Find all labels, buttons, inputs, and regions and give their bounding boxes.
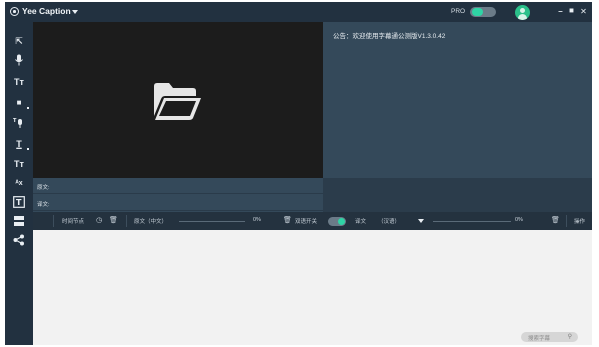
share-svg — [13, 234, 24, 246]
dual-language-toggle[interactable] — [328, 217, 346, 226]
block-tool-icon[interactable]: ■ — [13, 96, 29, 110]
svg-text:T: T — [13, 118, 17, 124]
translation-subtitle-label: 译文: — [37, 202, 50, 208]
video-preview[interactable] — [33, 22, 323, 178]
voice-tool-icon[interactable]: T — [13, 117, 25, 131]
svg-text:T: T — [16, 198, 22, 207]
search-subtitles-button[interactable]: 搜索字幕 ⚲ — [521, 332, 578, 342]
text-box-svg: T — [13, 196, 25, 208]
layout-svg — [14, 216, 24, 226]
text-tool-icon[interactable]: Tт — [13, 75, 25, 89]
close-button[interactable]: ✕ — [578, 6, 589, 17]
left-toolbar: ⇱ Tт ■ T T̲ Tт ᴬx T — [5, 22, 33, 345]
translation-language-select[interactable]: （汉语） — [376, 216, 426, 226]
subtitle-list[interactable]: 搜索字幕 ⚲ — [33, 230, 592, 345]
translation-subtitle-row[interactable]: 译文: — [33, 195, 323, 211]
microphone-svg — [15, 54, 23, 66]
subtitle-editor: 原文: 译文: — [33, 178, 323, 212]
app-logo-icon — [10, 7, 19, 16]
microphone-icon[interactable] — [13, 54, 25, 68]
user-avatar[interactable] — [515, 5, 530, 20]
timecode-header: 时间节点 — [62, 219, 85, 225]
minimize-button[interactable]: – — [555, 6, 566, 17]
text-box-icon[interactable]: T — [13, 196, 25, 210]
column-separator — [566, 215, 567, 227]
search-icon: ⚲ — [567, 334, 572, 340]
app-title: Yee Caption — [22, 6, 71, 16]
translate-icon[interactable]: ᴬx — [13, 177, 25, 191]
maximize-button[interactable]: ◼ — [566, 6, 577, 17]
trash-icon[interactable]: 🗑 — [551, 216, 560, 224]
subtitle-list-header: 时间节点 ◷ 🗑 原文（中文） 0% 🗑 双语开关 译文 （汉语） 0% 🗑 操… — [33, 212, 592, 230]
original-subtitle-row[interactable]: 原文: — [33, 178, 323, 194]
actions-column-header: 操作 — [574, 219, 586, 225]
original-progress-text: 0% — [253, 217, 261, 223]
share-icon[interactable] — [13, 234, 25, 248]
announcement-panel: 公告：欢迎使用字幕通公测版V1.3.0.42 — [323, 22, 592, 178]
app-menu-dropdown-icon[interactable] — [72, 10, 78, 14]
dual-language-label: 双语开关 — [295, 219, 318, 225]
text-format-icon[interactable]: Tт — [13, 157, 25, 171]
announcement-text: 公告：欢迎使用字幕通公测版V1.3.0.42 — [333, 33, 446, 40]
voice-tool-svg: T — [13, 118, 22, 128]
translation-progress-text: 0% — [515, 217, 523, 223]
column-separator — [126, 215, 127, 227]
search-subtitles-label: 搜索字幕 — [528, 336, 551, 342]
dual-toggle-knob — [338, 218, 345, 225]
original-progress-bar — [179, 221, 245, 222]
text-underline-icon[interactable]: T̲ — [13, 137, 29, 151]
clock-icon[interactable]: ◷ — [96, 216, 102, 224]
pro-toggle[interactable] — [470, 7, 496, 17]
translation-progress-bar — [433, 221, 511, 222]
trash-icon[interactable]: 🗑 — [283, 216, 292, 224]
trash-icon[interactable]: 🗑 — [109, 216, 118, 224]
pro-label: PRO — [451, 8, 466, 15]
column-separator — [53, 215, 54, 227]
subtitle-side-panel — [323, 178, 592, 212]
translation-column-header: 译文 — [355, 219, 367, 225]
pro-toggle-knob — [472, 8, 483, 16]
layout-icon[interactable] — [13, 215, 25, 229]
app-window: Yee Caption PRO – ◼ ✕ ⇱ Tт ■ T T̲ Tт ᴬx … — [5, 2, 592, 345]
chevron-down-icon — [418, 219, 424, 223]
open-folder-icon[interactable] — [151, 80, 203, 122]
translation-language-value: （汉语） — [378, 219, 401, 225]
original-subtitle-label: 原文: — [37, 185, 50, 191]
original-column-header: 原文（中文） — [134, 219, 168, 225]
select-tool-icon[interactable]: ⇱ — [13, 34, 25, 48]
title-bar: Yee Caption PRO – ◼ ✕ — [5, 2, 592, 22]
